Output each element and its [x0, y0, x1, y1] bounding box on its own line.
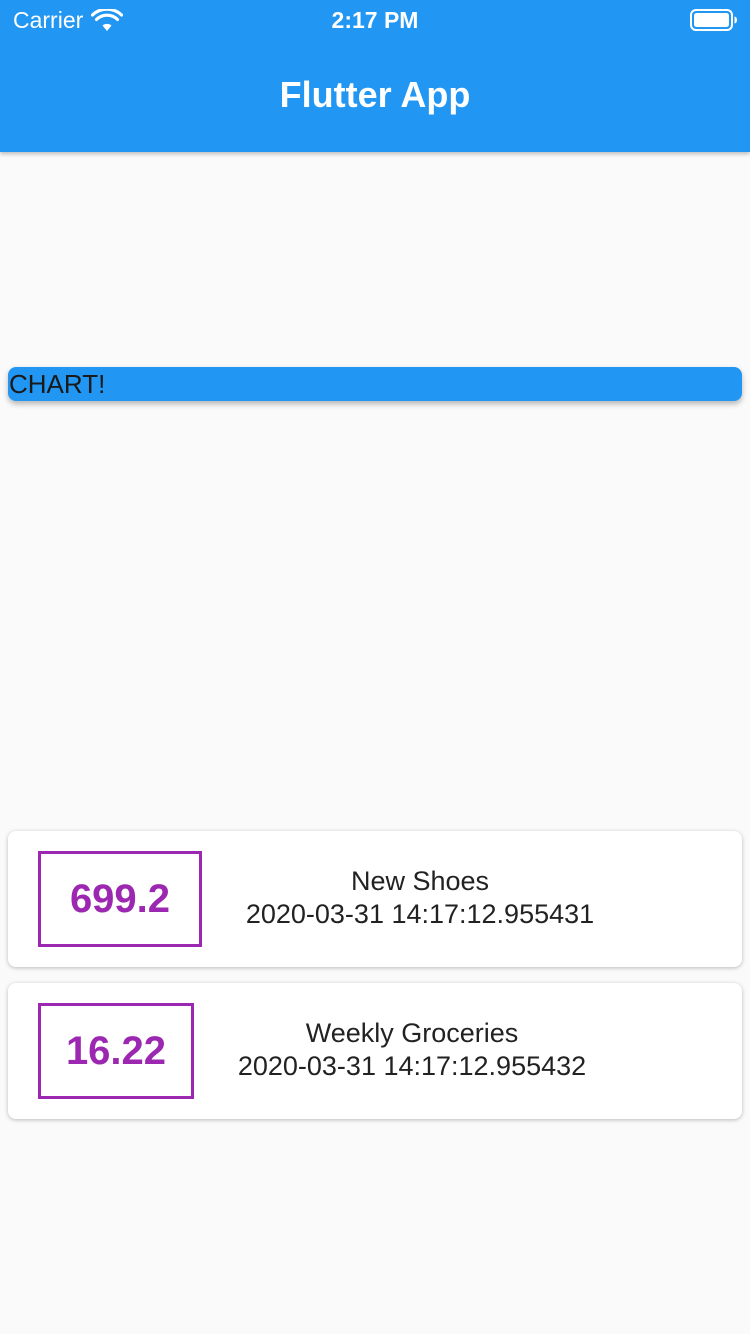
transaction-card[interactable]: 16.22 Weekly Groceries 2020-03-31 14:17:… [8, 983, 742, 1119]
transaction-info: New Shoes 2020-03-31 14:17:12.955431 [212, 865, 628, 931]
app-bar: Carrier 2:17 PM Flutter App [0, 0, 750, 152]
chart-label: CHART! [9, 369, 106, 399]
transaction-title: Weekly Groceries [305, 1018, 519, 1048]
transaction-title: New Shoes [350, 866, 490, 896]
transaction-amount: 699.2 [38, 851, 202, 947]
chart-card: CHART! [8, 367, 742, 401]
page-title: Flutter App [279, 74, 471, 115]
status-bar: Carrier 2:17 PM [0, 0, 750, 40]
transaction-info: Weekly Groceries 2020-03-31 14:17:12.955… [204, 1017, 620, 1083]
transaction-date: 2020-03-31 14:17:12.955431 [245, 899, 595, 929]
transaction-card[interactable]: 699.2 New Shoes 2020-03-31 14:17:12.9554… [8, 831, 742, 967]
battery-icon [690, 9, 737, 31]
status-time: 2:17 PM [331, 7, 419, 33]
transaction-date: 2020-03-31 14:17:12.955432 [237, 1051, 587, 1081]
transaction-amount: 16.22 [38, 1003, 194, 1099]
